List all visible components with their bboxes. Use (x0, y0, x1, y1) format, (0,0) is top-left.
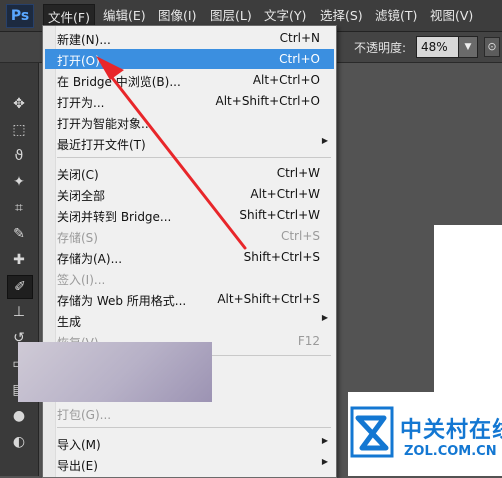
menu-item-new[interactable]: 新建(N)... Ctrl+N (45, 28, 334, 48)
menu-item-open-as-smart-object[interactable]: 打开为智能对象... (45, 112, 334, 132)
pressure-opacity-icon[interactable]: ⊙ (484, 37, 500, 57)
opacity-input[interactable]: 48% (416, 36, 462, 58)
submenu-arrow-icon: ▶ (321, 457, 328, 466)
move-tool-icon[interactable]: ✥ (7, 93, 31, 115)
menu-item-export[interactable]: 导出(E) ▶ (45, 454, 334, 474)
menu-item-open-as[interactable]: 打开为... Alt+Shift+Ctrl+O (45, 91, 334, 111)
obscured-region (18, 342, 212, 402)
menu-item-browse-in-bridge[interactable]: 在 Bridge 中浏览(B)... Alt+Ctrl+O (45, 70, 334, 90)
zol-watermark: 中关村在线 ZOL.COM.CN (348, 392, 502, 476)
photoshop-logo: Ps (6, 4, 34, 28)
menu-item-generate[interactable]: 生成 ▶ (45, 310, 334, 330)
menu-item-close[interactable]: 关闭(C) Ctrl+W (45, 163, 334, 183)
menu-filter[interactable]: 滤镜(T) (375, 6, 417, 26)
menu-item-save-for-web[interactable]: 存储为 Web 所用格式... Alt+Shift+Ctrl+S (45, 289, 334, 309)
menu-edit[interactable]: 编辑(E) (103, 6, 146, 26)
submenu-arrow-icon: ▶ (321, 436, 328, 445)
menu-item-package[interactable]: 打包(G)... (45, 403, 334, 423)
lasso-tool-icon[interactable]: ϑ (7, 145, 31, 167)
menu-item-check-in[interactable]: 签入(I)... (45, 268, 334, 288)
menu-select[interactable]: 选择(S) (320, 6, 363, 26)
menu-image[interactable]: 图像(I) (158, 6, 196, 26)
zol-logo-icon (350, 406, 394, 458)
dodge-tool-icon[interactable]: ◐ (7, 431, 31, 453)
menu-layer[interactable]: 图层(L) (210, 6, 252, 26)
submenu-arrow-icon: ▶ (321, 313, 328, 322)
menu-item-import[interactable]: 导入(M) ▶ (45, 433, 334, 453)
opacity-label: 不透明度: (354, 41, 407, 55)
menu-type[interactable]: 文字(Y) (264, 6, 306, 26)
clone-stamp-tool-icon[interactable]: ⊥ (7, 301, 31, 323)
eyedropper-tool-icon[interactable]: ✎ (7, 223, 31, 245)
opacity-dropdown-button[interactable]: ▼ (458, 36, 478, 58)
magic-wand-tool-icon[interactable]: ✦ (7, 171, 31, 193)
menu-item-save-as[interactable]: 存储为(A)... Shift+Ctrl+S (45, 247, 334, 267)
submenu-arrow-icon: ▶ (321, 136, 328, 145)
chevron-down-icon: ▼ (464, 42, 472, 52)
blur-tool-icon[interactable]: ● (7, 405, 31, 427)
menu-item-close-all[interactable]: 关闭全部 Alt+Ctrl+W (45, 184, 334, 204)
watermark-title: 中关村在线 (400, 418, 502, 443)
tools-panel: ✥ ⬚ ϑ ✦ ⌗ ✎ ✚ ✐ ⊥ ↺ ▭ ▤ ● ◐ (0, 63, 39, 476)
healing-brush-tool-icon[interactable]: ✚ (7, 249, 31, 271)
marquee-tool-icon[interactable]: ⬚ (7, 119, 31, 141)
menu-view[interactable]: 视图(V) (430, 6, 473, 26)
menu-item-open[interactable]: 打开(O)... Ctrl+O (45, 49, 334, 69)
file-menu-dropdown: 新建(N)... Ctrl+N 打开(O)... Ctrl+O 在 Bridge… (42, 25, 337, 478)
menu-item-close-go-bridge[interactable]: 关闭并转到 Bridge... Shift+Ctrl+W (45, 205, 334, 225)
brush-tool-icon[interactable]: ✐ (7, 275, 33, 299)
watermark-subtitle: ZOL.COM.CN (404, 444, 497, 459)
menu-separator (57, 157, 331, 158)
menu-separator (57, 427, 331, 428)
menu-item-save[interactable]: 存储(S) Ctrl+S (45, 226, 334, 246)
menu-item-recent-files[interactable]: 最近打开文件(T) ▶ (45, 133, 334, 153)
crop-tool-icon[interactable]: ⌗ (7, 197, 31, 219)
